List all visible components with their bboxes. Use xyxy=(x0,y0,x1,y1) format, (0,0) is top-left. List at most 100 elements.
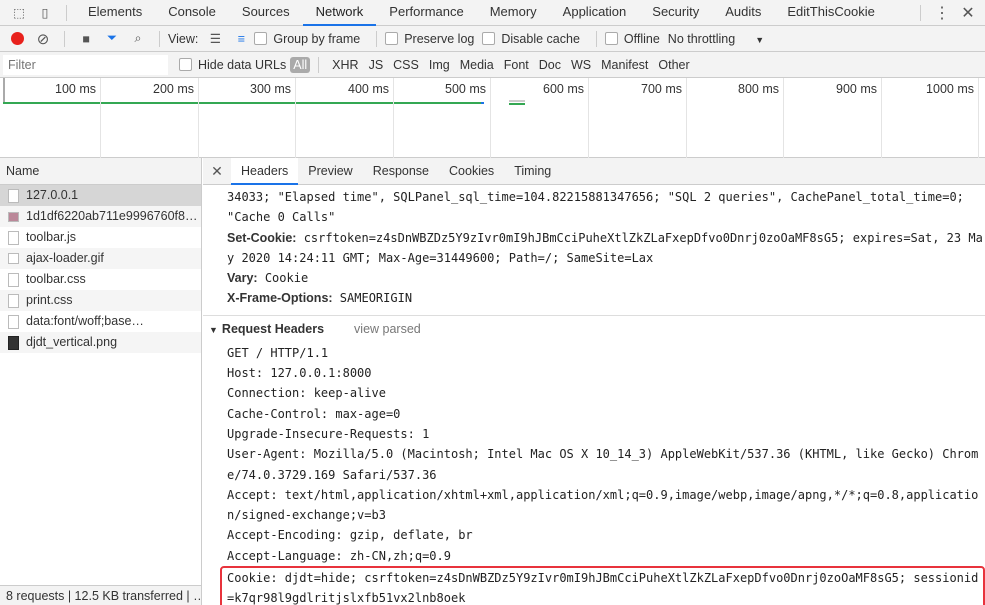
close-icon[interactable]: ✕ xyxy=(955,1,981,25)
tab-application[interactable]: Application xyxy=(550,0,640,26)
timeline-gridline xyxy=(881,78,882,158)
response-header-line: Vary: Cookie xyxy=(203,268,985,288)
filter-type-ws[interactable]: WS xyxy=(566,58,596,72)
tab-security[interactable]: Security xyxy=(639,0,712,26)
network-overview-timeline[interactable]: 100 ms 200 ms 300 ms 400 ms 500 ms 600 ms 700 … xyxy=(0,78,985,158)
detail-tab-preview[interactable]: Preview xyxy=(298,158,362,185)
preserve-log-checkbox[interactable]: Preserve log xyxy=(385,32,474,46)
offline-checkbox[interactable]: Offline xyxy=(604,31,660,46)
large-rows-icon[interactable]: ☰ xyxy=(202,27,228,51)
request-name: toolbar.js xyxy=(26,230,77,244)
divider xyxy=(159,30,160,47)
detail-tab-cookies[interactable]: Cookies xyxy=(439,158,504,185)
stylesheet-icon xyxy=(8,293,19,308)
search-icon[interactable]: ⌕ xyxy=(125,27,151,51)
tab-network[interactable]: Network xyxy=(302,0,377,26)
divider xyxy=(920,4,921,21)
filter-type-doc[interactable]: Doc xyxy=(534,58,566,72)
tab-editthiscookie[interactable]: EditThisCookie xyxy=(774,0,887,26)
request-name: 127.0.0.1 xyxy=(26,188,79,202)
detail-tab-response[interactable]: Response xyxy=(363,158,439,185)
timeline-tick-label: 1000 ms xyxy=(926,82,974,96)
divider xyxy=(318,56,320,73)
request-row[interactable]: 127.0.0.1 xyxy=(0,185,201,206)
filter-type-other[interactable]: Other xyxy=(653,58,694,72)
filter-type-manifest[interactable]: Manifest xyxy=(596,58,653,72)
view-parsed-link[interactable]: view parsed xyxy=(354,322,421,336)
throttling-select[interactable]: No throttling ▼ xyxy=(668,32,764,46)
divider xyxy=(376,30,378,47)
header-value: Cookie xyxy=(264,271,309,286)
hide-data-urls-checkbox[interactable]: Hide data URLs xyxy=(179,58,286,72)
offline-label: Offline xyxy=(623,31,660,46)
tab-console[interactable]: Console xyxy=(155,0,229,26)
throttling-value: No throttling xyxy=(667,31,736,46)
waterfall-view-icon[interactable]: ≡ xyxy=(228,27,254,51)
devtools-tab-bar: ⬚ ▯ Elements Console Sources Network Perform… xyxy=(0,0,985,26)
request-row[interactable]: toolbar.js xyxy=(0,227,201,248)
timeline-gridline xyxy=(686,78,687,158)
timeline-tick-label: 100 ms xyxy=(55,82,96,96)
divider xyxy=(595,30,597,47)
filter-type-media[interactable]: Media xyxy=(455,58,499,72)
response-header-continuation: 34033; "Elapsed time", SQLPanel_sql_time… xyxy=(227,190,964,225)
tab-audits[interactable]: Audits xyxy=(712,0,774,26)
header-value: SAMEORIGIN xyxy=(339,291,413,306)
tab-elements[interactable]: Elements xyxy=(75,0,155,26)
divider xyxy=(64,30,65,47)
request-row[interactable]: toolbar.css xyxy=(0,269,201,290)
clear-button[interactable]: ⊘ xyxy=(30,27,56,51)
detail-tab-timing[interactable]: Timing xyxy=(504,158,561,185)
request-header-line: Host: 127.0.0.1:8000 xyxy=(227,366,372,381)
name-column-header[interactable]: Name xyxy=(0,158,201,185)
record-button[interactable] xyxy=(4,27,30,51)
timeline-tick-label: 300 ms xyxy=(250,82,291,96)
request-row[interactable]: print.css xyxy=(0,290,201,311)
tab-sources[interactable]: Sources xyxy=(229,0,303,26)
filter-type-css[interactable]: CSS xyxy=(388,58,424,72)
device-toolbar-icon[interactable]: ▯ xyxy=(32,1,58,25)
more-options-icon[interactable]: ⋮ xyxy=(929,1,955,25)
cookie-header-line: Cookie: djdt=hide; csrftoken=z4sDnWBZDz5… xyxy=(227,571,979,605)
filter-bar: Hide data URLs All XHRJSCSSImgMediaFontDo… xyxy=(0,52,985,78)
request-header-line: Upgrade-Insecure-Requests: 1 xyxy=(227,426,430,441)
filter-input[interactable] xyxy=(3,54,168,75)
screenshot-camera-icon[interactable]: ■ xyxy=(73,27,99,51)
timeline-gridline xyxy=(198,78,199,158)
request-header-line: Accept-Encoding: gzip, deflate, br xyxy=(227,528,473,543)
header-name: X-Frame-Options: xyxy=(227,291,333,306)
request-row[interactable]: ajax-loader.gif xyxy=(0,248,201,269)
timeline-gridline xyxy=(490,78,491,158)
header-value: csrftoken=z4sDnWBZDz5Y9zIvr0mI9hJBmCciPu… xyxy=(227,230,983,265)
disable-cache-checkbox[interactable]: Disable cache xyxy=(482,32,580,46)
request-row[interactable]: djdt_vertical.png xyxy=(0,332,201,353)
filter-icon[interactable]: ⏷ xyxy=(99,27,125,51)
filter-type-font[interactable]: Font xyxy=(499,58,534,72)
stylesheet-icon xyxy=(8,272,19,287)
detail-tab-headers[interactable]: Headers xyxy=(231,158,299,185)
close-detail-icon[interactable]: ✕ xyxy=(203,163,231,180)
request-name: djdt_vertical.png xyxy=(26,335,118,349)
group-by-frame-checkbox[interactable]: Group by frame xyxy=(254,32,360,46)
filter-type-js[interactable]: JS xyxy=(364,58,389,72)
filter-type-xhr[interactable]: XHR xyxy=(327,58,363,72)
timeline-tick-label: 500 ms xyxy=(445,82,486,96)
request-headers-section[interactable]: ▼ Request Headers view parsed xyxy=(203,314,985,341)
request-header-line: Connection: keep-alive xyxy=(227,386,386,401)
document-icon xyxy=(8,188,19,203)
filter-type-all[interactable]: All xyxy=(290,56,311,73)
timeline-tick-label: 900 ms xyxy=(836,82,877,96)
header-name: Vary: xyxy=(227,271,258,286)
request-row[interactable]: 1d1df6220ab711e9996760f8… xyxy=(0,206,201,227)
request-row[interactable]: data:font/woff;base… xyxy=(0,311,201,332)
script-icon xyxy=(8,230,19,245)
header-name: Set-Cookie: xyxy=(227,230,297,245)
load-bar-blue xyxy=(481,102,484,104)
tab-performance[interactable]: Performance xyxy=(376,0,476,26)
request-name: toolbar.css xyxy=(26,272,86,286)
tab-memory[interactable]: Memory xyxy=(477,0,550,26)
inspect-element-icon[interactable]: ⬚ xyxy=(6,1,32,25)
timeline-tick-label: 700 ms xyxy=(641,82,682,96)
group-by-frame-label: Group by frame xyxy=(273,31,361,46)
filter-type-img[interactable]: Img xyxy=(424,58,455,72)
